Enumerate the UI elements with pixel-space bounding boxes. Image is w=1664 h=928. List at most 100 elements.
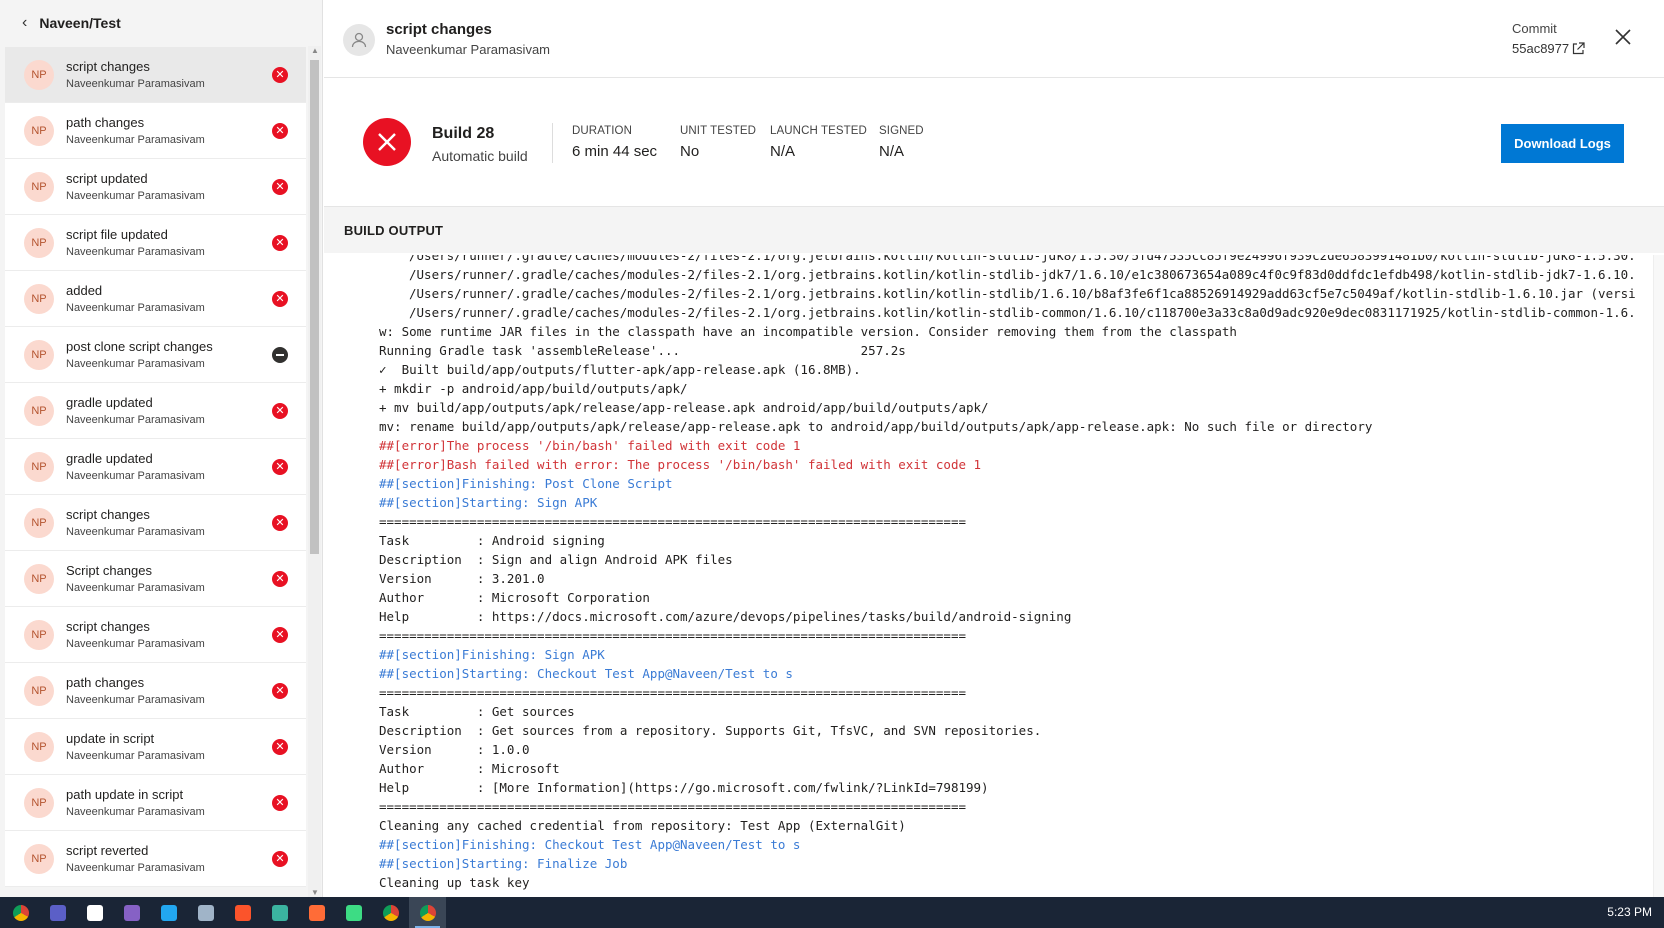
build-list-item[interactable]: NP path changes Naveenkumar Paramasivam ✕ — [5, 663, 306, 719]
avatar: NP — [24, 563, 54, 594]
build-item-text: gradle updated Naveenkumar Paramasivam — [66, 395, 306, 426]
build-item-text: path changes Naveenkumar Paramasivam — [66, 675, 306, 706]
vscode-icon[interactable] — [150, 897, 187, 928]
log-line: Version : 3.201.0 — [379, 571, 545, 586]
log-line: Version : 1.0.0 — [379, 742, 530, 757]
sidebar-scroll-thumb[interactable] — [310, 60, 319, 554]
sidebar-scrollbar[interactable]: ▲ ▼ — [308, 46, 321, 897]
android-studio-icon[interactable] — [335, 897, 372, 928]
download-logs-button[interactable]: Download Logs — [1501, 124, 1624, 163]
build-list-item[interactable]: NP script file updated Naveenkumar Paramas… — [5, 215, 306, 271]
scroll-up-arrow-icon[interactable]: ▲ — [311, 46, 319, 55]
log-line: ========================================… — [379, 628, 966, 643]
build-item-title: script file updated — [66, 227, 168, 242]
build-list-item[interactable]: NP script changes Naveenkumar Paramasivam ✕ — [5, 47, 306, 103]
log-line: ========================================… — [379, 685, 966, 700]
log-line: Help : [More Information](https://go.mic… — [379, 780, 989, 795]
chrome-icon[interactable] — [372, 897, 409, 928]
commit-hash-link[interactable]: 55ac8977 — [1512, 41, 1585, 56]
log-line: + mkdir -p android/app/build/outputs/apk… — [379, 381, 688, 396]
log-line: w: Some runtime JAR files in the classpa… — [379, 324, 1237, 339]
build-item-title: update in script — [66, 731, 155, 746]
build-list-item[interactable]: NP added Naveenkumar Paramasivam ✕ — [5, 271, 306, 327]
cloud-app-icon[interactable] — [187, 897, 224, 928]
build-list-item[interactable]: NP gradle updated Naveenkumar Paramasivam ✕ — [5, 383, 306, 439]
build-item-author: Naveenkumar Paramasivam — [66, 246, 205, 258]
build-item-text: update in script Naveenkumar Paramasivam — [66, 731, 306, 762]
commit-author: Naveenkumar Paramasivam — [386, 42, 551, 57]
build-item-author: Naveenkumar Paramasivam — [66, 358, 205, 370]
build-item-text: script updated Naveenkumar Paramasivam — [66, 171, 306, 202]
build-item-text: script changes Naveenkumar Paramasivam — [66, 619, 306, 650]
log-line: Help : https://docs.microsoft.com/azure/… — [379, 609, 1072, 624]
build-item-text: script file updated Naveenkumar Paramasiv… — [66, 227, 306, 258]
signal-icon[interactable] — [76, 897, 113, 928]
build-list-item[interactable]: NP script changes Naveenkumar Paramasivam ✕ — [5, 607, 306, 663]
commit-hash: 55ac8977 — [1512, 41, 1570, 56]
failed-status-icon: ✕ — [272, 67, 288, 83]
failed-status-icon: ✕ — [272, 627, 288, 643]
taskbar-clock[interactable]: 5:23 PM — [1607, 905, 1652, 919]
commit-header: script changes Naveenkumar Paramasivam C… — [324, 0, 1664, 78]
build-item-title: script reverted — [66, 843, 149, 858]
external-link-icon — [1573, 42, 1585, 55]
chrome-icon[interactable] — [2, 897, 39, 928]
stat-duration: DURATION 6 min 44 sec — [572, 125, 657, 160]
build-item-text: Script changes Naveenkumar Paramasivam — [66, 563, 306, 594]
log-line: /Users/runner/.gradle/caches/modules-2/f… — [409, 255, 1636, 263]
failed-status-icon: ✕ — [272, 851, 288, 867]
brave-icon[interactable] — [224, 897, 261, 928]
build-list-item[interactable]: NP post clone script changes Naveenkumar P… — [5, 327, 306, 383]
close-icon[interactable] — [1612, 26, 1634, 48]
avatar: NP — [24, 59, 54, 90]
postman-icon[interactable] — [298, 897, 335, 928]
build-list-item[interactable]: NP script reverted Naveenkumar Paramasivam… — [5, 831, 306, 887]
taskbar-glyph — [86, 904, 103, 921]
back-link[interactable]: ‹ Naveen/Test — [0, 0, 322, 46]
failed-status-icon: ✕ — [272, 571, 288, 587]
log-line: ##[section]Finishing: Post Clone Script — [379, 476, 673, 491]
build-list-item[interactable]: NP script changes Naveenkumar Paramasivam ✕ — [5, 495, 306, 551]
build-item-author: Naveenkumar Paramasivam — [66, 582, 205, 594]
build-list-item[interactable]: NP update in script Naveenkumar Paramasiva… — [5, 719, 306, 775]
build-list-item[interactable]: NP gradle updated Naveenkumar Paramasivam ✕ — [5, 439, 306, 495]
failed-status-icon: ✕ — [272, 459, 288, 475]
teams-icon[interactable] — [39, 897, 76, 928]
summary-divider — [552, 123, 553, 163]
stat-value: 6 min 44 sec — [572, 143, 658, 160]
scroll-down-arrow-icon[interactable]: ▼ — [311, 888, 319, 897]
log-line: Task : Android signing — [379, 533, 605, 548]
commit-title: script changes — [386, 21, 492, 38]
build-list: NP script changes Naveenkumar Paramasivam ✕… — [5, 47, 306, 889]
visual-studio-icon[interactable] — [113, 897, 150, 928]
build-item-title: path update in script — [66, 787, 184, 802]
log-line: Author : Microsoft Corporation — [379, 590, 650, 605]
xamarin-icon[interactable] — [261, 897, 298, 928]
avatar: NP — [24, 339, 54, 370]
build-list-item[interactable]: NP Script changes Naveenkumar Paramasivam ✕ — [5, 551, 306, 607]
log-scrollbar[interactable] — [1653, 255, 1664, 897]
build-list-item[interactable]: NP script updated Naveenkumar Paramasivam ✕ — [5, 159, 306, 215]
chrome-active-icon[interactable] — [409, 897, 446, 928]
build-list-item[interactable]: NP path update in script Naveenkumar Param… — [5, 775, 306, 831]
taskbar-glyph — [382, 904, 399, 921]
avatar: NP — [24, 227, 54, 258]
failed-status-icon: ✕ — [272, 739, 288, 755]
taskbar-glyph — [271, 904, 288, 921]
build-log[interactable]: /Users/runner/.gradle/caches/modules-2/f… — [324, 255, 1654, 897]
build-item-text: script changes Naveenkumar Paramasivam — [66, 507, 306, 538]
avatar: NP — [24, 843, 54, 874]
taskbar-glyph — [49, 904, 66, 921]
log-line: ✓ Built build/app/outputs/flutter-apk/ap… — [379, 362, 861, 377]
stopped-status-icon — [272, 347, 288, 363]
build-item-title: path changes — [66, 675, 145, 690]
stat-label: DURATION — [572, 125, 633, 137]
stat-launch-tested: LAUNCH TESTED N/A — [770, 125, 867, 160]
log-lines: /Users/runner/.gradle/caches/modules-2/f… — [379, 255, 1654, 892]
log-line: Task : Get sources — [379, 704, 575, 719]
build-item-text: path changes Naveenkumar Paramasivam — [66, 115, 306, 146]
log-line: /Users/runner/.gradle/caches/modules-2/f… — [409, 305, 1636, 320]
build-item-text: post clone script changes Naveenkumar Par… — [66, 339, 306, 370]
log-line: ##[error]Bash failed with error: The pro… — [379, 457, 982, 472]
build-list-item[interactable]: NP path changes Naveenkumar Paramasivam ✕ — [5, 103, 306, 159]
